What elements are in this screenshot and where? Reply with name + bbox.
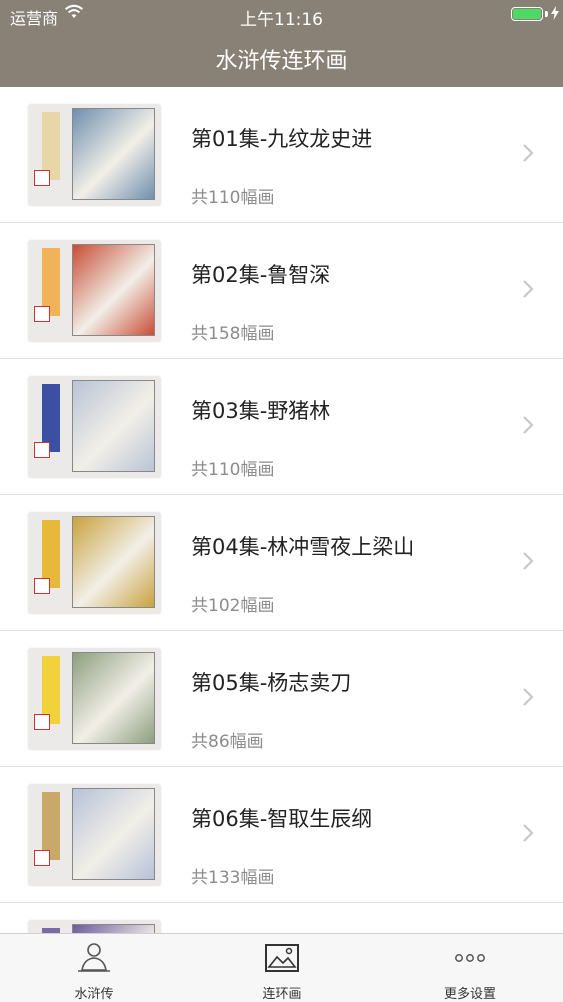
picture-count: 共158幅画 <box>191 324 275 344</box>
list-item[interactable]: 第04集-林冲雪夜上梁山 共102幅画 <box>0 495 563 631</box>
chevron-right-icon <box>522 415 534 439</box>
chevron-right-icon <box>522 823 534 847</box>
cover-illustration <box>72 516 155 608</box>
list-item[interactable]: 第01集-九纹龙史进 共110幅画 <box>0 87 563 223</box>
tab-label: 连环画 <box>262 987 302 1002</box>
episode-thumbnail <box>28 104 161 206</box>
episode-title: 第06集-智取生辰纲 <box>191 807 373 831</box>
clock: 上午11:16 <box>240 10 323 30</box>
cover-illustration <box>72 788 155 880</box>
picture-icon <box>264 942 300 974</box>
episode-thumbnail <box>28 920 161 933</box>
episode-thumbnail <box>28 376 161 478</box>
cover-illustration <box>72 924 155 933</box>
episode-title: 第02集-鲁智深 <box>191 263 331 287</box>
tab-label: 水浒传 <box>74 987 114 1002</box>
more-dots-icon <box>452 942 488 974</box>
episode-title: 第01集-九纹龙史进 <box>191 127 373 151</box>
battery-icon <box>511 7 543 21</box>
episode-thumbnail <box>28 512 161 614</box>
seal-stamp <box>34 850 50 866</box>
picture-count: 共133幅画 <box>191 868 275 888</box>
picture-count: 共86幅画 <box>191 732 264 752</box>
list-item[interactable]: 第03集-野猪林 共110幅画 <box>0 359 563 495</box>
episode-title: 第03集-野猪林 <box>191 399 331 423</box>
cover-illustration <box>72 380 155 472</box>
chevron-right-icon <box>522 143 534 167</box>
episode-thumbnail <box>28 784 161 886</box>
tab-bar: 水浒传 连环画 更多设置 <box>0 933 563 1002</box>
picture-count: 共102幅画 <box>191 596 275 616</box>
picture-count: 共110幅画 <box>191 460 275 480</box>
cover-illustration <box>72 244 155 336</box>
list-item[interactable]: 第05集-杨志卖刀 共86幅画 <box>0 631 563 767</box>
seal-stamp <box>34 170 50 186</box>
chevron-right-icon <box>522 687 534 711</box>
tab-lianhuanhua[interactable]: 连环画 <box>188 934 376 1002</box>
episode-list[interactable]: 第01集-九纹龙史进 共110幅画 第02集-鲁智深 共158幅画 第03集-野… <box>0 87 563 933</box>
episode-title: 第05集-杨志卖刀 <box>191 671 352 695</box>
seal-stamp <box>34 306 50 322</box>
episode-title: 第04集-林冲雪夜上梁山 <box>191 535 415 559</box>
tab-shuihuzhuan[interactable]: 水浒传 <box>0 934 188 1002</box>
navigation-bar: 水浒传连环画 <box>0 30 563 87</box>
meditation-icon <box>76 942 112 974</box>
cover-illustration <box>72 108 155 200</box>
chevron-right-icon <box>522 551 534 575</box>
status-bar: 运营商 上午11:16 <box>0 0 563 30</box>
picture-count: 共110幅画 <box>191 188 275 208</box>
tab-label: 更多设置 <box>443 987 496 1002</box>
seal-stamp <box>34 714 50 730</box>
seal-stamp <box>34 578 50 594</box>
page-title: 水浒传连环画 <box>215 48 348 74</box>
episode-thumbnail <box>28 648 161 750</box>
tab-more-settings[interactable]: 更多设置 <box>376 934 563 1002</box>
list-item[interactable]: 第06集-智取生辰纲 共133幅画 <box>0 767 563 903</box>
seal-stamp <box>34 442 50 458</box>
battery-cap <box>545 11 548 17</box>
list-item[interactable]: 第02集-鲁智深 共158幅画 <box>0 223 563 359</box>
charging-icon <box>551 5 559 24</box>
chevron-right-icon <box>522 279 534 303</box>
episode-thumbnail <box>28 240 161 342</box>
list-item[interactable] <box>0 903 563 933</box>
cover-illustration <box>72 652 155 744</box>
